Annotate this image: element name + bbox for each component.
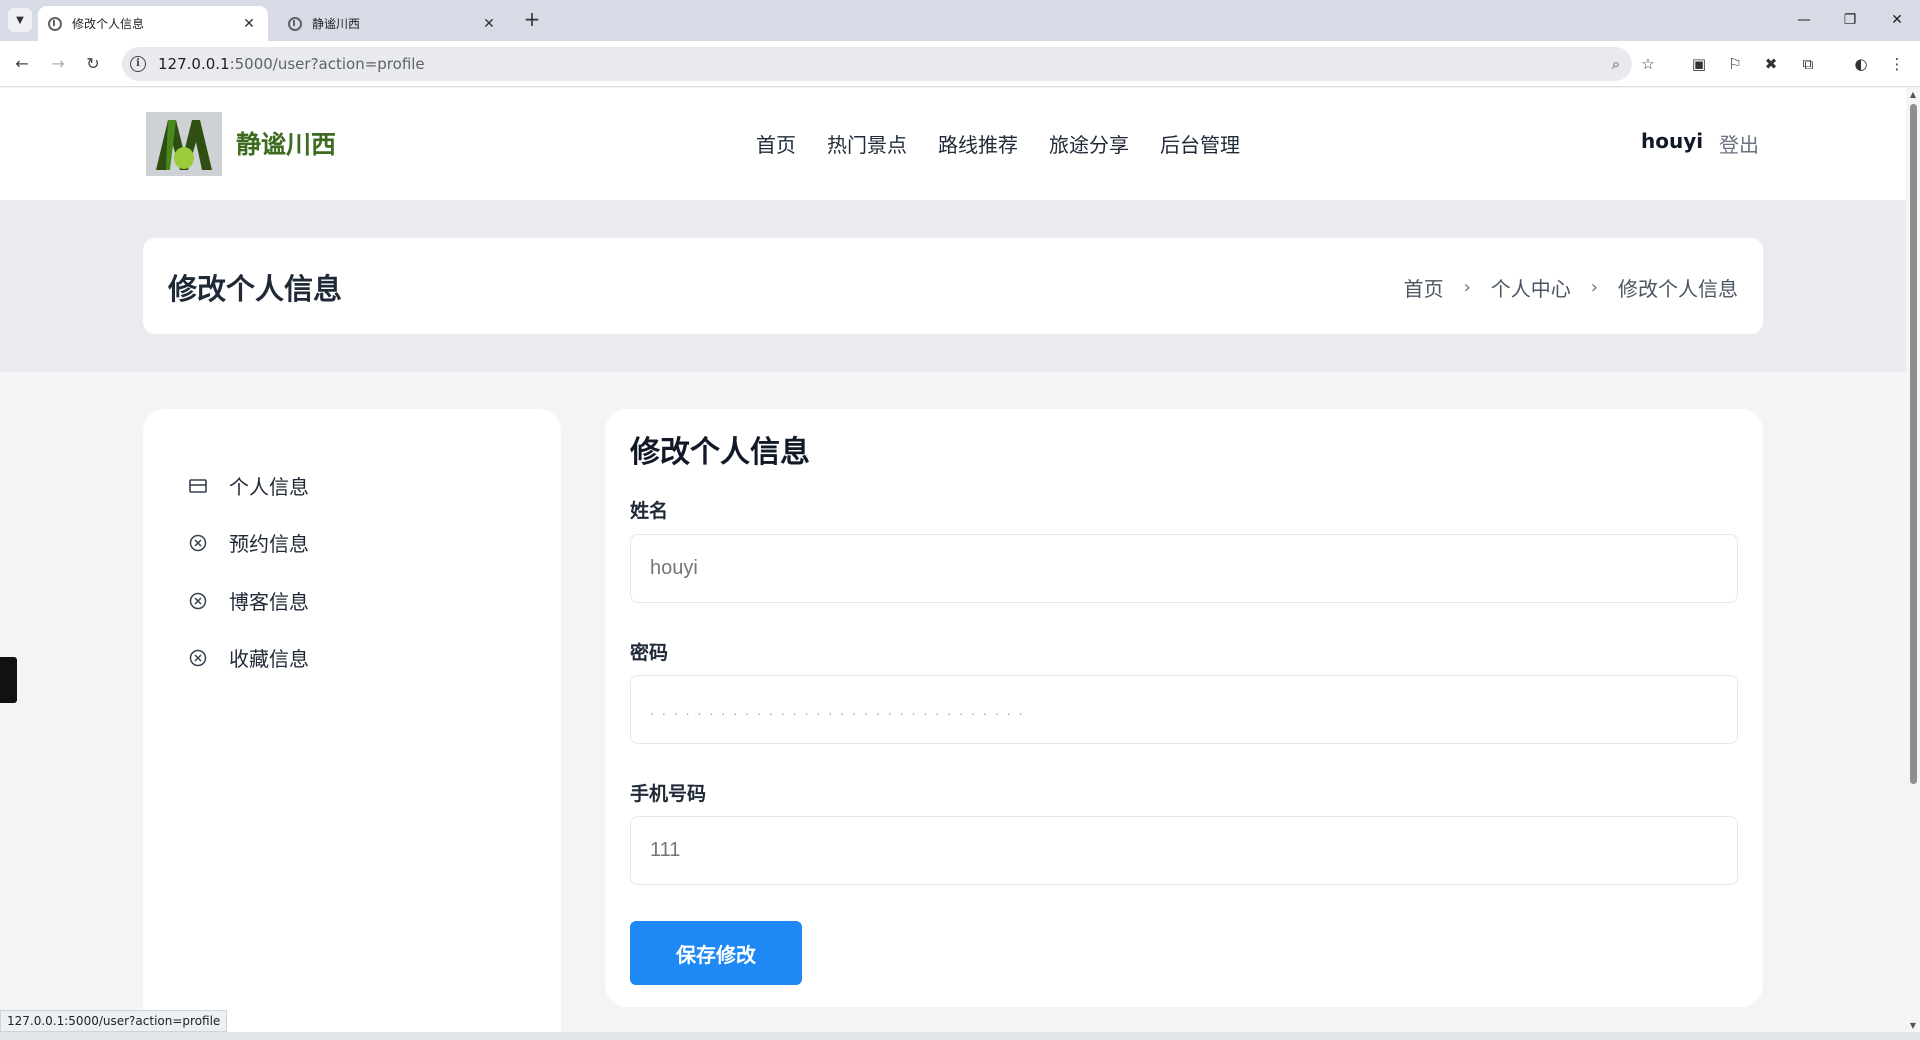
page-scrollbar[interactable]: ▲ ▼ [1906,88,1920,1032]
minimize-button[interactable]: — [1787,8,1821,32]
sidebar-item-profile[interactable]: 个人信息 [189,471,309,500]
logout-link[interactable]: 登出 [1719,129,1759,158]
page-viewport: 静谧川西 首页 热门景点 路线推荐 旅途分享 后台管理 houyi 登出 修改个… [0,88,1906,1032]
chevron-right-icon: › [1463,277,1471,298]
puzzle-icon[interactable]: ⧉ [1797,53,1819,75]
zoom-icon[interactable]: ⌕ [1606,54,1626,74]
sidebar-item-label: 博客信息 [229,590,309,614]
back-button[interactable]: ← [8,50,36,78]
tab-search-button[interactable]: ▼ [8,8,32,32]
globe-icon [48,16,62,31]
username[interactable]: houyi [1641,129,1703,153]
scroll-down-icon[interactable]: ▼ [1908,1021,1918,1030]
close-icon[interactable]: ✕ [480,16,498,32]
title-band: 修改个人信息 首页 › 个人中心 › 修改个人信息 [0,200,1906,372]
bottom-edge [0,1032,1920,1040]
site-header: 静谧川西 首页 热门景点 路线推荐 旅途分享 后台管理 houyi 登出 [0,88,1906,200]
name-label: 姓名 [630,500,669,522]
url-text[interactable]: 127.0.0.1:5000/user?action=profile [158,55,425,73]
sidebar-item-blogs[interactable]: 博客信息 [189,586,309,615]
site-name[interactable]: 静谧川西 [236,125,336,161]
menu-icon[interactable]: ⋮ [1886,53,1908,75]
restore-button[interactable]: ❐ [1833,8,1867,32]
extension-icon[interactable]: ▣ [1688,53,1710,75]
scroll-up-icon[interactable]: ▲ [1908,90,1918,99]
status-bar-url: 127.0.0.1:5000/user?action=profile [0,1010,228,1032]
globe-icon [288,16,302,31]
window-close-button[interactable]: ✕ [1880,8,1914,32]
name-field[interactable] [630,534,1738,603]
breadcrumb-home[interactable]: 首页 [1404,273,1444,302]
browser-tab-bar: ▼ 修改个人信息 ✕ 静谧川西 ✕ + — ❐ ✕ [0,0,1920,41]
tab-inactive[interactable]: 静谧川西 ✕ [278,6,508,41]
breadcrumb: 首页 › 个人中心 › 修改个人信息 [1404,273,1738,302]
logo-mountain-icon [146,112,222,176]
circle-x-icon [189,649,207,667]
browser-toolbar: ← → ↻ i 127.0.0.1:5000/user?action=profi… [0,41,1920,87]
tab-title: 静谧川西 [312,17,361,31]
id-card-icon [189,477,207,495]
password-field[interactable] [630,675,1738,744]
circle-x-icon [189,534,207,552]
breadcrumb-user-center[interactable]: 个人中心 [1491,273,1571,302]
circle-x-icon [189,592,207,610]
tab-title: 修改个人信息 [72,17,145,31]
title-card: 修改个人信息 首页 › 个人中心 › 修改个人信息 [143,238,1763,334]
tab-active[interactable]: 修改个人信息 ✕ [38,6,268,41]
breadcrumb-current: 修改个人信息 [1618,277,1738,301]
logo-image[interactable] [146,112,222,176]
scrollbar-thumb[interactable] [1910,104,1917,784]
star-icon[interactable]: ☆ [1638,54,1658,74]
sidebar-item-label: 预约信息 [229,532,309,556]
profile-avatar[interactable]: ◐ [1850,53,1872,75]
nav-home[interactable]: 首页 [756,129,796,158]
nav-admin[interactable]: 后台管理 [1160,129,1240,158]
main-nav: 首页 热门景点 路线推荐 旅途分享 后台管理 [756,129,1240,158]
nav-attractions[interactable]: 热门景点 [827,129,907,158]
phone-label: 手机号码 [630,783,707,805]
close-extension-icon[interactable]: ✖ [1760,53,1782,75]
new-tab-button[interactable]: + [520,8,544,32]
password-label: 密码 [630,642,669,664]
profile-form-card: 修改个人信息 姓名 密码 手机号码 保存修改 [605,409,1763,1007]
sidebar-item-favorites[interactable]: 收藏信息 [189,643,309,672]
close-icon[interactable]: ✕ [240,16,258,32]
phone-field[interactable] [630,816,1738,885]
reload-button[interactable]: ↻ [79,50,107,78]
sidebar-item-reservations[interactable]: 预约信息 [189,528,309,557]
side-edge-widget[interactable] [0,657,17,703]
info-icon[interactable]: i [130,56,146,72]
nav-routes[interactable]: 路线推荐 [938,129,1018,158]
address-bar[interactable]: i 127.0.0.1:5000/user?action=profile ⌕ ☆ [122,47,1655,81]
sidebar-item-label: 个人信息 [229,475,309,499]
sidebar-item-label: 收藏信息 [229,647,309,671]
nav-travel-share[interactable]: 旅途分享 [1049,129,1129,158]
bookmark-icon[interactable]: ⚐ [1724,53,1746,75]
chevron-right-icon: › [1590,277,1598,298]
chevron-down-icon: ▼ [16,14,24,26]
sidebar: 个人信息 预约信息 博客信息 收藏信息 [143,409,561,1032]
save-button[interactable]: 保存修改 [630,921,802,985]
form-heading: 修改个人信息 [630,435,810,470]
forward-button[interactable]: → [44,50,72,78]
page-title: 修改个人信息 [168,272,343,306]
